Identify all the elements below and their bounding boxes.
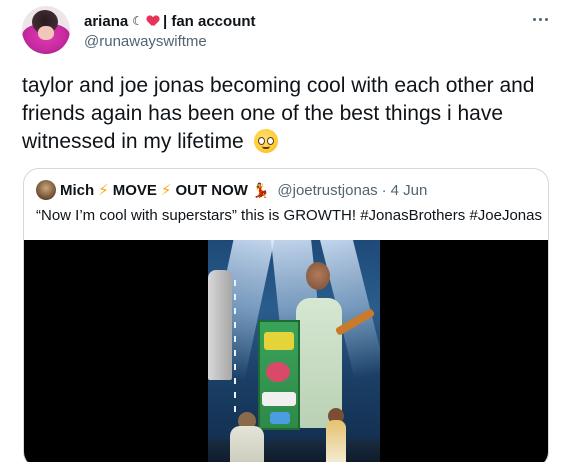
lightning-icon: ⚡: [160, 182, 172, 199]
tweet-card: ariana ☾ | fan account @runawayswiftme t…: [0, 0, 570, 462]
avatar[interactable]: [22, 6, 70, 54]
moon-icon: ☾: [132, 14, 143, 28]
pleading-face-icon: [253, 129, 278, 153]
separator: ·: [381, 181, 387, 199]
dancer-icon: 💃: [251, 181, 270, 198]
quoted-tweet-text: “Now I’m cool with superstars” this is G…: [36, 207, 542, 224]
heart-icon: [147, 16, 159, 27]
quoted-date[interactable]: 4 Jun: [391, 182, 428, 199]
author-name-row[interactable]: ariana ☾ | fan account: [84, 11, 256, 31]
tweet-body: taylor and joe jonas becoming cool with …: [22, 74, 535, 153]
quoted-tweet-header: Mich ⚡ MOVE ⚡ OUT NOW 💃 @joetrustjonas ·…: [36, 180, 427, 200]
more-options-icon[interactable]: [530, 12, 550, 26]
quoted-avatar[interactable]: [36, 180, 56, 200]
quoted-tweet[interactable]: Mich ⚡ MOVE ⚡ OUT NOW 💃 @joetrustjonas ·…: [23, 168, 549, 462]
display-name-suffix[interactable]: | fan account: [163, 13, 256, 30]
video-player[interactable]: [24, 240, 548, 462]
handle[interactable]: @runawayswiftme: [84, 33, 207, 50]
video-frame: [208, 240, 380, 462]
tweet-text: taylor and joe jonas becoming cool with …: [22, 72, 552, 156]
quoted-display-name-2[interactable]: MOVE: [113, 182, 157, 199]
lightning-icon: ⚡: [98, 182, 109, 199]
quoted-handle[interactable]: @joetrustjonas: [277, 182, 377, 199]
quoted-display-name-1[interactable]: Mich: [60, 182, 94, 199]
quoted-display-name-3[interactable]: OUT NOW: [175, 182, 248, 199]
display-name[interactable]: ariana: [84, 13, 128, 30]
